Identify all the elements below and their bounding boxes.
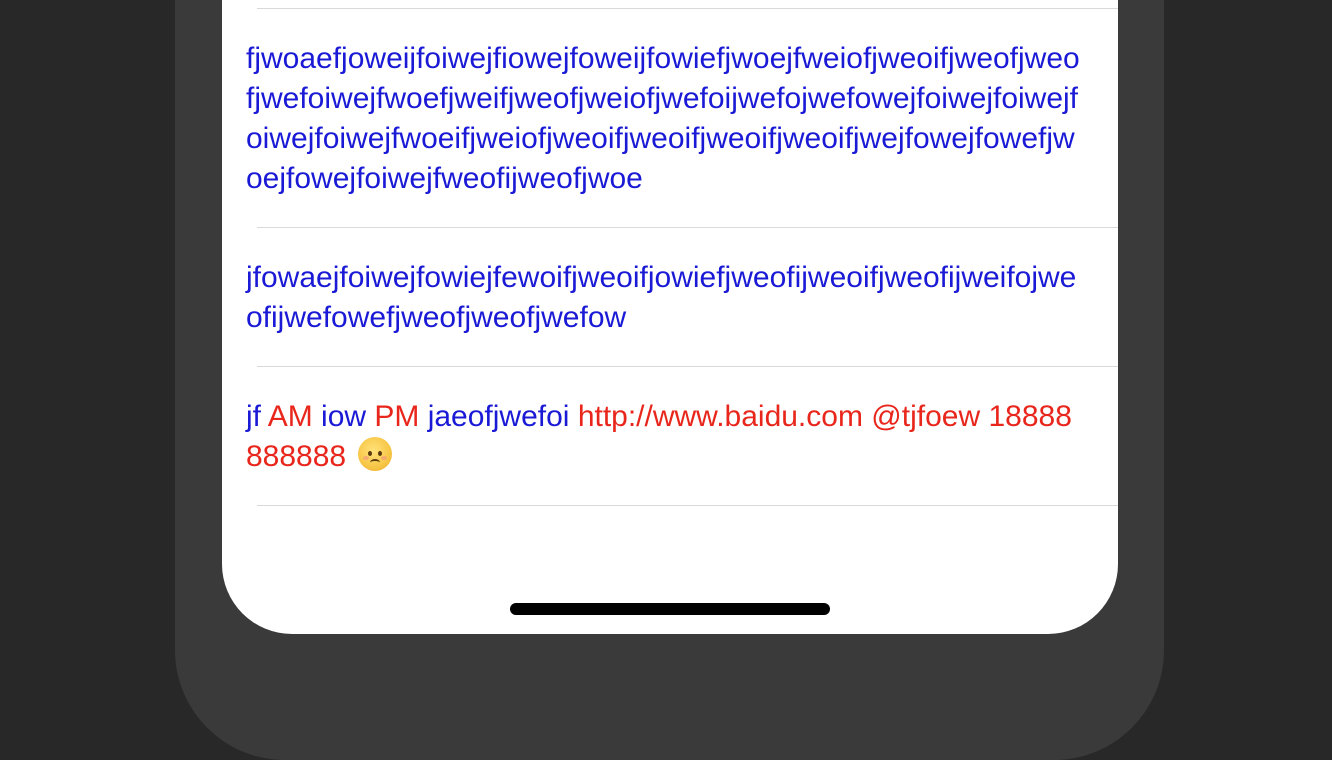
- plain-text: jf: [246, 400, 268, 433]
- table-row[interactable]: jfiowjaeofjwefoi: [222, 0, 1118, 8]
- mention-link[interactable]: @tjfoew: [871, 400, 980, 433]
- time-am-link[interactable]: AM: [268, 400, 313, 433]
- row-separator: [257, 505, 1118, 506]
- pleading-face-icon: [358, 437, 393, 471]
- table-row[interactable]: jfowaejfoiwejfowiejfewoifjweoifjowiefjwe…: [222, 228, 1118, 366]
- phone-screen: jfiowjaeofjwefoi fjwoaefjoweijfoiwejfiow…: [222, 0, 1118, 634]
- table-row[interactable]: fjwoaefjoweijfoiwejfiowejfoweijfowiefjwo…: [222, 9, 1118, 227]
- plain-text: iow: [312, 400, 375, 433]
- table-row[interactable]: jf AM iow PM jaeofjwefoi http://www.baid…: [222, 367, 1118, 505]
- time-pm-link[interactable]: PM: [374, 400, 419, 433]
- url-link[interactable]: http://www.baidu.com: [578, 400, 863, 433]
- home-indicator[interactable]: [510, 603, 830, 615]
- cell-text: fjwoaefjoweijfoiwejfiowejfoweijfowiefjwo…: [246, 42, 1080, 195]
- rich-text-label: jf AM iow PM jaeofjwefoi http://www.baid…: [246, 397, 1088, 477]
- table-view: jfiowjaeofjwefoi fjwoaefjoweijfoiwejfiow…: [222, 0, 1118, 506]
- cell-text: jfowaejfoiwejfowiejfewoifjweoifjowiefjwe…: [246, 261, 1077, 334]
- plain-text: jaeofjwefoi: [419, 400, 578, 433]
- plain-text: [346, 440, 354, 473]
